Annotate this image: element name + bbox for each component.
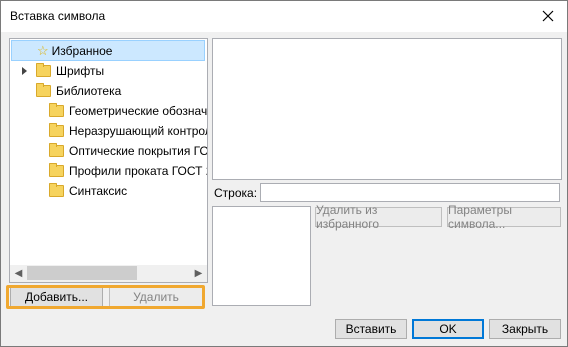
folder-icon: [49, 183, 64, 197]
scroll-left-icon[interactable]: ◀: [10, 265, 27, 282]
symbol-preview-area[interactable]: [212, 38, 562, 180]
tree-item-label: Профили проката ГОСТ 2.4: [69, 164, 208, 178]
tree-item-fonts[interactable]: Шрифты: [22, 61, 104, 81]
tree-item-library-child[interactable]: Неразрушающий контроль: [49, 121, 208, 141]
delete-button[interactable]: Удалить: [109, 287, 203, 307]
tree-item-favorites[interactable]: ☆ Избранное: [11, 40, 205, 61]
star-icon: ☆: [37, 42, 49, 58]
folder-icon: [36, 83, 51, 97]
folder-icon: [49, 143, 64, 157]
string-label: Строка:: [214, 186, 258, 200]
add-button[interactable]: Добавить...: [10, 287, 103, 307]
tree-item-label: Неразрушающий контроль: [69, 124, 208, 138]
tree-item-library[interactable]: Библиотека: [36, 81, 121, 101]
scroll-right-icon[interactable]: ▶: [190, 265, 207, 282]
close-icon[interactable]: [535, 4, 561, 28]
tree-item-library-child[interactable]: Профили проката ГОСТ 2.4: [49, 161, 208, 181]
tree-item-label: Геометрические обозначения: [69, 104, 208, 118]
tree-item-label: Синтаксис: [69, 184, 128, 198]
dialog-title: Вставка символа: [10, 9, 106, 23]
string-input[interactable]: [260, 183, 560, 202]
tree-item-label: Избранное: [51, 43, 113, 58]
symbol-tree[interactable]: ☆ Избранное Шрифты Библиотека Геометриче…: [9, 38, 208, 283]
tree-item-library-child[interactable]: Геометрические обозначения: [49, 101, 208, 121]
tree-item-label: Шрифты: [56, 64, 105, 78]
folder-icon: [49, 163, 64, 177]
tree-item-library-child[interactable]: Синтаксис: [49, 181, 127, 201]
tree-item-label: Библиотека: [56, 84, 122, 98]
folder-icon: [49, 123, 64, 137]
title-bar: Вставка символа: [1, 1, 567, 32]
insert-button[interactable]: Вставить: [335, 319, 407, 339]
remove-from-favorites-button[interactable]: Удалить из избранного: [315, 203, 442, 231]
tree-item-library-child[interactable]: Оптические покрытия ГОСТ: [49, 141, 208, 161]
close-button[interactable]: Закрыть: [489, 319, 561, 339]
scrollbar-thumb[interactable]: [27, 266, 137, 280]
horizontal-scrollbar[interactable]: ◀ ▶: [10, 265, 207, 282]
folder-icon: [49, 103, 64, 117]
insert-symbol-dialog: Вставка символа ☆ Избранное Шрифты Библи…: [0, 0, 568, 347]
expand-arrow-icon[interactable]: [22, 67, 27, 75]
symbol-small-preview: [212, 206, 311, 306]
symbol-params-button[interactable]: Параметры символа...: [447, 203, 561, 231]
folder-icon: [36, 63, 51, 77]
tree-item-label: Оптические покрытия ГОСТ: [69, 144, 208, 158]
ok-button[interactable]: OK: [412, 319, 484, 339]
